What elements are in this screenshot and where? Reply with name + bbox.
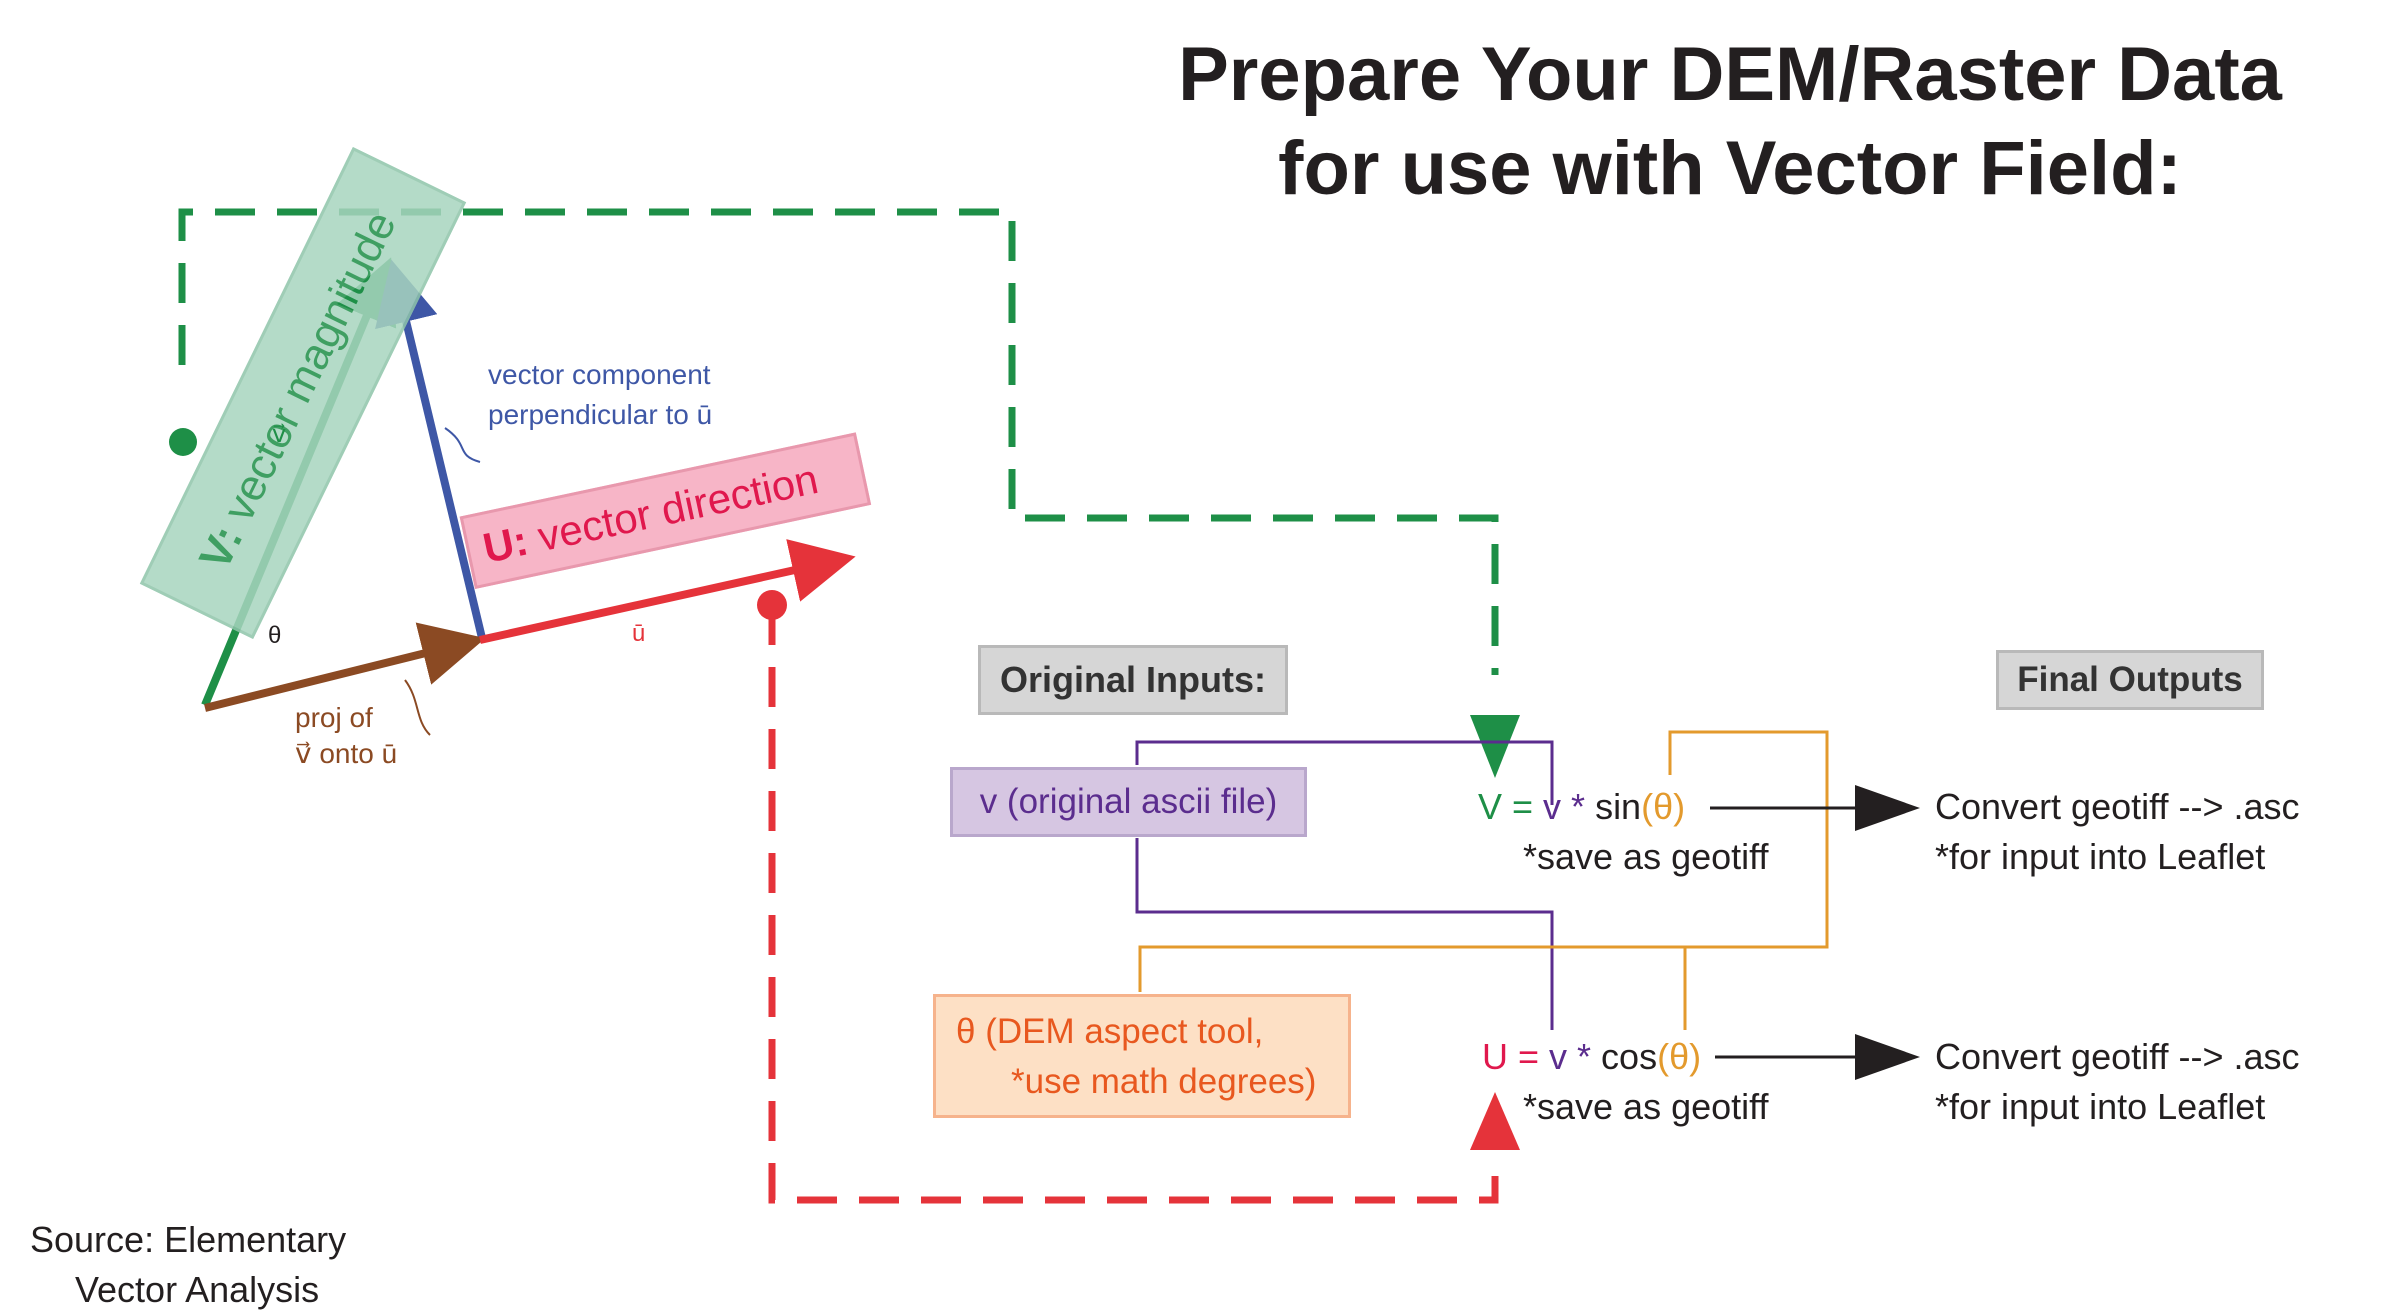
theta-line-1: θ (DEM aspect tool, bbox=[956, 1012, 1264, 1051]
final-outputs-heading: Final Outputs bbox=[1996, 650, 2264, 710]
v-formula: V = v * sin(θ) bbox=[1478, 782, 1685, 832]
source-line-2: Vector Analysis bbox=[75, 1269, 320, 1310]
theta-symbol: θ bbox=[268, 622, 282, 649]
source-line-1: Source: Elementary bbox=[30, 1219, 347, 1260]
u-formula-star: * bbox=[1567, 1036, 1602, 1077]
v-formula-fn: sin bbox=[1595, 786, 1642, 827]
v-formula-theta: θ bbox=[1653, 786, 1674, 827]
proj-line-2: v⃗ onto ū bbox=[295, 738, 398, 769]
v-input-box: v (original ascii file) bbox=[950, 767, 1307, 837]
perp-line-1: vector component bbox=[488, 359, 711, 390]
output-top-line-1: Convert geotiff --> .asc bbox=[1935, 786, 2300, 827]
output-bottom-line-1: Convert geotiff --> .asc bbox=[1935, 1036, 2300, 1077]
perp-line-2: perpendicular to ū bbox=[488, 399, 713, 430]
original-inputs-heading: Original Inputs: bbox=[978, 645, 1288, 715]
perp-callout-curve bbox=[444, 427, 481, 463]
theta-input-box: θ (DEM aspect tool, *use math degrees) bbox=[933, 994, 1351, 1118]
u-formula-theta: θ bbox=[1669, 1036, 1690, 1077]
u-formula-note: *save as geotiff bbox=[1523, 1086, 1769, 1127]
u-formula-fn: cos bbox=[1601, 1036, 1658, 1077]
red-arrowhead bbox=[1470, 1092, 1520, 1150]
u-formula-v: v bbox=[1549, 1036, 1568, 1077]
u-formula-lhs: U bbox=[1482, 1036, 1508, 1077]
u-formula-eq: = bbox=[1508, 1036, 1550, 1077]
proj-line-1: proj of bbox=[295, 702, 373, 733]
projection-label: proj of v⃗ onto ū bbox=[295, 700, 397, 772]
proj-callout-curve bbox=[404, 679, 431, 736]
u-formula-close: ) bbox=[1689, 1036, 1702, 1077]
output-top: Convert geotiff --> .asc *for input into… bbox=[1935, 782, 2300, 882]
v-formula-close: ) bbox=[1673, 786, 1686, 827]
source-credit: Source: Elementary Vector Analysis bbox=[30, 1215, 346, 1315]
v-formula-lhs: V bbox=[1478, 786, 1503, 827]
projection-arrow bbox=[204, 622, 486, 712]
u-output-arrowhead bbox=[1855, 1034, 1920, 1080]
v-formula-star: * bbox=[1561, 786, 1596, 827]
v-formula-open: ( bbox=[1641, 786, 1654, 827]
green-arrowhead bbox=[1470, 715, 1520, 778]
u-formula: U = v * cos(θ) bbox=[1482, 1032, 1701, 1082]
output-bottom: Convert geotiff --> .asc *for input into… bbox=[1935, 1032, 2300, 1132]
output-top-line-2: *for input into Leaflet bbox=[1935, 836, 2266, 877]
v-symbol: v⃗ bbox=[272, 421, 287, 448]
u-symbol: ū bbox=[632, 620, 646, 647]
perp-component-label: vector component perpendicular to ū bbox=[488, 355, 712, 435]
v-formula-v: v bbox=[1543, 786, 1562, 827]
v-output-arrowhead bbox=[1855, 785, 1920, 831]
theta-line-2: *use math degrees) bbox=[1011, 1062, 1317, 1101]
red-dot bbox=[757, 590, 787, 620]
v-formula-eq: = bbox=[1502, 786, 1544, 827]
u-formula-open: ( bbox=[1657, 1036, 1670, 1077]
output-bottom-line-2: *for input into Leaflet bbox=[1935, 1086, 2266, 1127]
v-formula-note: *save as geotiff bbox=[1523, 836, 1769, 877]
green-dot bbox=[169, 428, 197, 456]
